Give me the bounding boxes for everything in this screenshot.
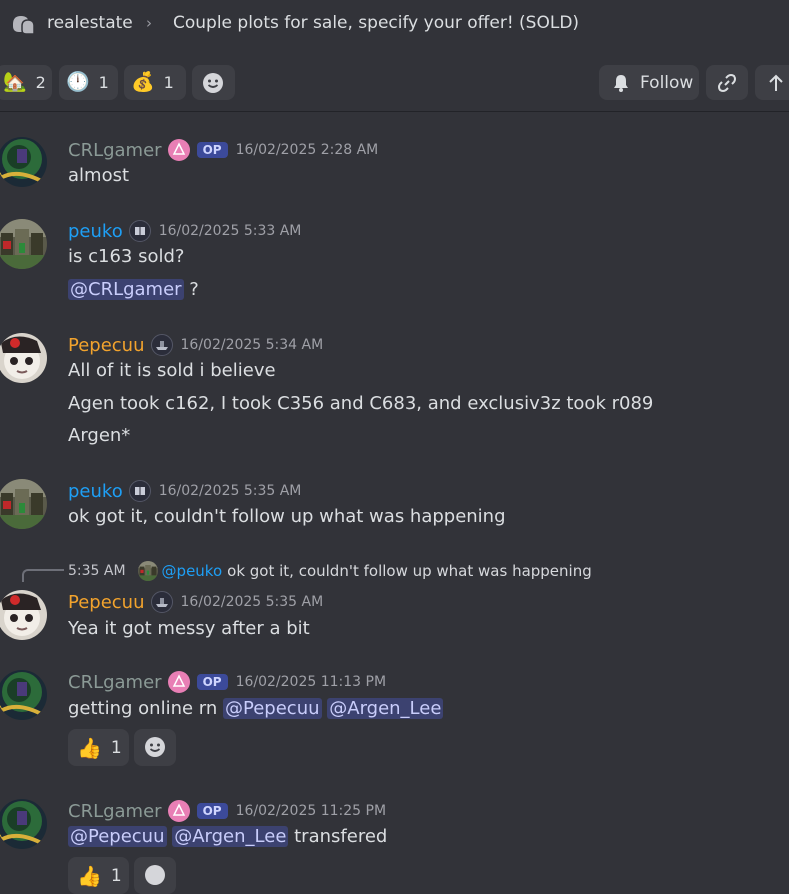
book-badge-icon <box>128 220 151 242</box>
avatar[interactable] <box>0 137 47 187</box>
reaction-thumbs-up[interactable]: 👍 1 <box>68 857 129 894</box>
message-text-rest: ? <box>183 279 199 300</box>
chevron-right-icon: › <box>146 14 152 32</box>
username[interactable]: CRLgamer <box>68 140 162 161</box>
thread-reaction-house[interactable]: 🏡 2 <box>0 65 52 100</box>
follow-button[interactable]: Follow <box>599 65 699 100</box>
thread-header: realestate › Couple plots for sale, spec… <box>0 0 789 48</box>
reply-connector <box>22 569 64 582</box>
message-text: All of it is sold i believe <box>68 360 276 381</box>
message-text: is c163 sold? <box>68 246 185 267</box>
role-badge-icon <box>167 671 190 693</box>
avatar[interactable] <box>0 333 47 383</box>
avatar[interactable] <box>0 590 47 640</box>
reaction-count: 1 <box>163 73 174 92</box>
money-bag-emoji: 💰 <box>131 71 155 93</box>
reaction-count: 2 <box>35 73 46 92</box>
smiley-icon <box>203 72 223 93</box>
role-badge-icon <box>167 139 190 161</box>
house-emoji: 🏡 <box>3 71 27 93</box>
add-reaction-button[interactable] <box>134 857 176 894</box>
reaction-thumbs-up[interactable]: 👍 1 <box>68 729 129 766</box>
link-icon <box>718 74 736 92</box>
user-mention[interactable]: @Argen_Lee <box>172 826 289 847</box>
reaction-count: 1 <box>110 865 122 886</box>
message-text: @CRLgamer ? <box>68 279 199 300</box>
timestamp[interactable]: 16/02/2025 5:34 AM <box>181 337 324 353</box>
scroll-up-button[interactable] <box>755 65 789 100</box>
reply-timestamp: 5:35 AM <box>68 563 126 579</box>
op-badge: OP <box>196 803 228 819</box>
timestamp[interactable]: 16/02/2025 2:28 AM <box>236 142 379 158</box>
smiley-icon <box>145 865 165 885</box>
reply-preview[interactable]: 5:35 AM @peuko ok got it, couldn't follo… <box>68 561 592 581</box>
bell-icon <box>614 75 628 92</box>
copy-link-button[interactable] <box>706 65 748 100</box>
avatar[interactable] <box>0 219 47 269</box>
thumbs-up-emoji: 👍 <box>77 863 102 888</box>
clock-emoji: 🕛 <box>66 71 90 93</box>
avatar[interactable] <box>0 799 47 849</box>
book-badge-icon <box>128 480 151 502</box>
ship-badge-icon <box>150 334 173 356</box>
arrow-up-icon <box>769 74 783 91</box>
forum-name[interactable]: realestate <box>47 13 133 33</box>
message-text: ok got it, couldn't follow up what was h… <box>68 506 506 527</box>
timestamp[interactable]: 16/02/2025 5:33 AM <box>159 223 302 239</box>
timestamp[interactable]: 16/02/2025 11:13 PM <box>236 674 386 690</box>
add-reaction-button[interactable] <box>134 729 176 766</box>
role-badge-icon <box>167 800 190 822</box>
user-mention[interactable]: @Pepecuu <box>68 826 167 847</box>
username[interactable]: Pepecuu <box>68 335 145 356</box>
timestamp[interactable]: 16/02/2025 11:25 PM <box>236 803 386 819</box>
op-badge: OP <box>196 142 228 158</box>
smiley-icon <box>145 737 165 757</box>
avatar[interactable] <box>0 670 47 720</box>
message-text-suffix: transfered <box>288 826 388 847</box>
user-mention[interactable]: @Argen_Lee <box>327 698 444 719</box>
add-reaction-button[interactable] <box>192 65 235 100</box>
op-badge: OP <box>196 674 228 690</box>
timestamp[interactable]: 16/02/2025 5:35 AM <box>159 483 302 499</box>
thread-reaction-clock[interactable]: 🕛 1 <box>59 65 118 100</box>
follow-label: Follow <box>640 73 694 93</box>
forum-thread-icon <box>13 16 35 35</box>
username[interactable]: CRLgamer <box>68 672 162 693</box>
thread-title: Couple plots for sale, specify your offe… <box>173 13 580 33</box>
message-text: almost <box>68 165 130 186</box>
reply-avatar <box>137 561 158 581</box>
message-text: getting online rn @Pepecuu @Argen_Lee <box>68 698 444 719</box>
timestamp[interactable]: 16/02/2025 5:35 AM <box>181 594 324 610</box>
thumbs-up-emoji: 👍 <box>77 735 102 760</box>
user-mention[interactable]: @Pepecuu <box>223 698 322 719</box>
username[interactable]: peuko <box>68 221 123 242</box>
username[interactable]: CRLgamer <box>68 801 162 822</box>
user-mention[interactable]: @CRLgamer <box>68 279 184 300</box>
avatar[interactable] <box>0 479 47 529</box>
reaction-count: 1 <box>98 73 109 92</box>
reaction-count: 1 <box>110 737 122 758</box>
message-text: Argen* <box>68 425 131 446</box>
message-text: Yea it got messy after a bit <box>68 618 310 639</box>
message-text: @Pepecuu @Argen_Lee transfered <box>68 826 387 847</box>
toolbar-divider <box>0 111 789 112</box>
username[interactable]: peuko <box>68 481 123 502</box>
thread-reaction-moneybag[interactable]: 💰 1 <box>124 65 186 100</box>
reply-username[interactable]: @peuko <box>162 562 223 580</box>
thread-toolbar: 🏡 2 🕛 1 💰 1 Follow <box>0 55 789 112</box>
ship-badge-icon <box>150 591 173 613</box>
username[interactable]: Pepecuu <box>68 592 145 613</box>
message-text: Agen took c162, I took C356 and C683, an… <box>68 393 654 414</box>
reply-text: ok got it, couldn't follow up what was h… <box>227 562 592 580</box>
message-text-prefix: getting online rn <box>68 698 224 719</box>
